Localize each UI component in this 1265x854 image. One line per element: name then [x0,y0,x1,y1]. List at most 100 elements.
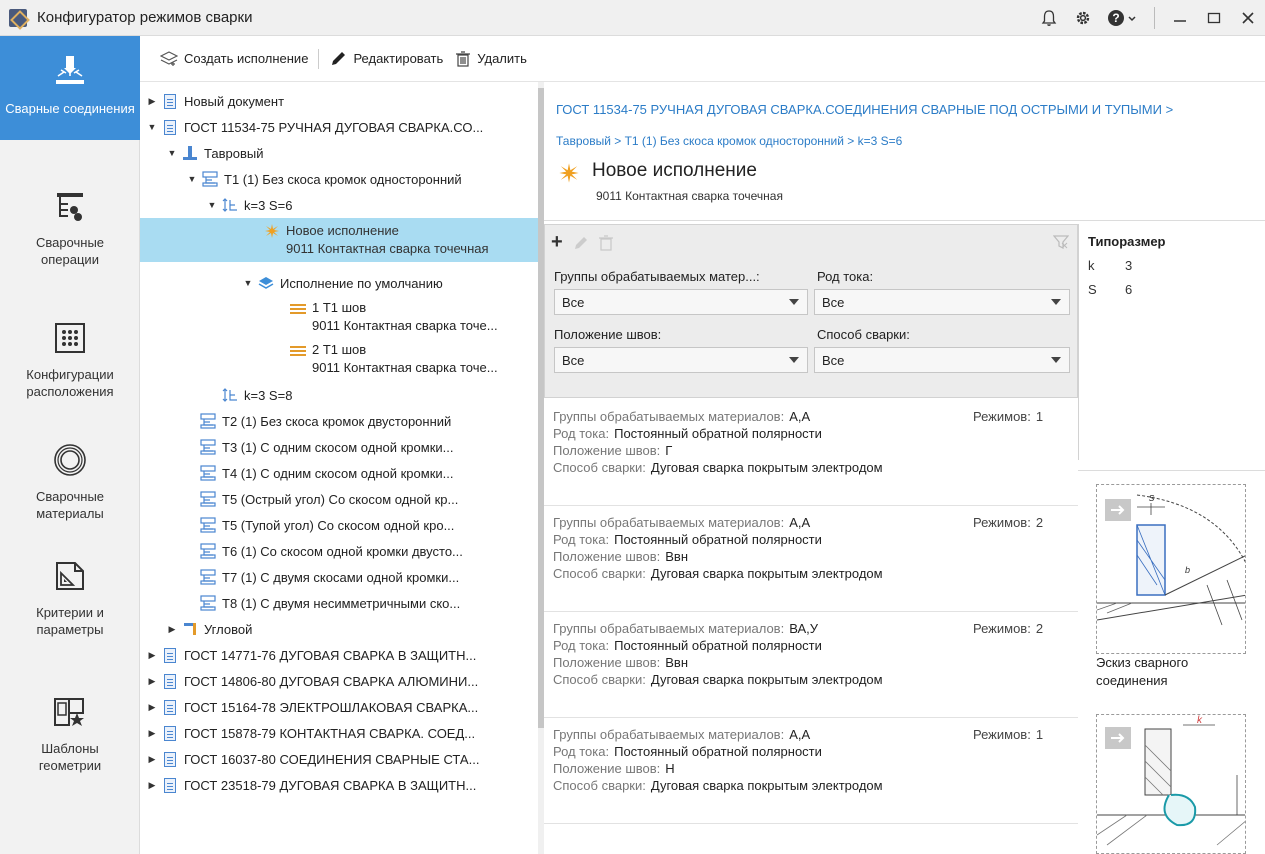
param-name: k [1088,258,1095,273]
expand-arrow-icon[interactable]: ▶ [146,780,158,791]
joint-type-icon [200,517,216,533]
filter-icon[interactable] [1053,234,1069,250]
tree-item-t7[interactable]: Т7 (1) С двумя скосами одной кромки... [140,564,538,590]
tree-item-label: ГОСТ 14806-80 ДУГОВАЯ СВАРКА АЛЮМИНИ... [184,673,479,689]
nav-welded-joints[interactable]: Сварные соединения [0,36,140,140]
expand-arrow-icon[interactable]: ▶ [146,702,158,713]
tree-item-seam-1[interactable]: 1 Т1 шов 9011 Контактная сварка точе... [140,296,538,336]
card-field-key: Группы обрабатываемых материалов: [553,409,785,424]
tree-item-default-variant[interactable]: ▼ Исполнение по умолчанию [140,270,538,296]
expand-arrow-icon[interactable]: ▶ [146,650,158,661]
seam-icon [290,301,306,317]
create-variant-icon [160,50,178,66]
trash-icon[interactable] [598,234,613,251]
nav-criteria-parameters[interactable]: Критерии и параметры [0,556,140,656]
variant-card[interactable]: Группы обрабатываемых материалов: ВА,У Род… [544,612,1078,718]
regimes-count: Режимов: 2 [973,514,1043,532]
delete-button[interactable]: Удалить [449,50,533,67]
card-field-key: Род тока: [553,532,610,547]
gear-icon[interactable] [1066,0,1100,36]
card-field-current: Род тока: Постоянный обратной полярности [553,425,822,443]
help-dropdown-icon[interactable]: ? [1100,0,1146,36]
tree-item-t1[interactable]: ▼ Т1 (1) Без скоса кромок односторонний [140,166,538,192]
joint-sketch-image[interactable]: k [1096,714,1246,854]
card-field-current: Род тока: Постоянный обратной полярности [553,531,822,549]
breadcrumb-standard[interactable]: ГОСТ 11534-75 РУЧНАЯ ДУГОВАЯ СВАРКА.СОЕД… [556,102,1173,117]
tree-item-tee-joint[interactable]: ▼ Тавровый [140,140,538,166]
tree-item-t2[interactable]: Т2 (1) Без скоса кромок двусторонний [140,408,538,434]
tree-item-label: ГОСТ 15164-78 ЭЛЕКТРОШЛАКОВАЯ СВАРКА... [184,699,479,715]
tree-item-size-k3-s8[interactable]: k=3 S=8 [140,382,538,408]
variant-card[interactable]: Группы обрабатываемых материалов: А,А Род … [544,718,1078,824]
close-button[interactable] [1231,0,1265,36]
tree-item-t5-acute[interactable]: Т5 (Острый угол) Со скосом одной кр... [140,486,538,512]
tree-item-new-document[interactable]: ▶ Новый документ [140,88,538,114]
tree-item-size-k3-s6[interactable]: ▼ k=3 S=6 [140,192,538,218]
bell-icon[interactable] [1032,0,1066,36]
collapse-arrow-icon[interactable]: ▼ [166,148,178,158]
tree-item-gost-16037[interactable]: ▶ ГОСТ 16037-80 СОЕДИНЕНИЯ СВАРНЫЕ СТА..… [140,746,538,772]
materials-filter-select[interactable]: Все [554,289,808,315]
card-field-value: Г [665,443,673,458]
tree-item-gost-15164[interactable]: ▶ ГОСТ 15164-78 ЭЛЕКТРОШЛАКОВАЯ СВАРКА..… [140,694,538,720]
window-title: Конфигуратор режимов сварки [37,9,253,26]
tree-item-label: 1 Т1 шов [312,300,367,315]
tree-item-gost-15878[interactable]: ▶ ГОСТ 15878-79 КОНТАКТНАЯ СВАРКА. СОЕД.… [140,720,538,746]
card-field-key: Род тока: [553,744,610,759]
collapse-arrow-icon[interactable]: ▼ [186,174,198,184]
tree-item-gost-14771[interactable]: ▶ ГОСТ 14771-76 ДУГОВАЯ СВАРКА В ЗАЩИТН.… [140,642,538,668]
expand-arrow-icon[interactable]: ▶ [146,728,158,739]
collapse-arrow-icon[interactable]: ▼ [242,278,254,288]
expand-arrow-icon[interactable]: ▶ [146,676,158,687]
variant-card[interactable]: Группы обрабатываемых материалов: А,А Род … [544,400,1078,506]
pencil-icon[interactable] [573,235,589,251]
tree-item-new-variant[interactable]: Новое исполнение 9011 Контактная сварка … [140,218,538,262]
create-variant-button[interactable]: Создать исполнение [154,50,314,67]
tree-item-label: Т5 (Острый угол) Со скосом одной кр... [222,491,459,507]
card-field-key: Группы обрабатываемых материалов: [553,515,785,530]
nav-welding-materials[interactable]: Сварочные материалы [0,440,140,540]
breadcrumb-path[interactable]: Тавровый > Т1 (1) Без скоса кромок однос… [556,134,902,148]
position-filter-select[interactable]: Все [554,347,808,373]
sketch-divider [1078,470,1265,471]
current-filter-select[interactable]: Все [814,289,1070,315]
tree-item-t3[interactable]: Т3 (1) С одним скосом одной кромки... [140,434,538,460]
regimes-count: Режимов: 1 [973,408,1043,426]
method-filter-select[interactable]: Все [814,347,1070,373]
page-title: Новое исполнение [592,160,757,181]
chevron-down-icon [1051,299,1061,305]
card-field-materials: Группы обрабатываемых материалов: А,А [553,514,810,532]
tree-item-gost-11534[interactable]: ▼ ГОСТ 11534-75 РУЧНАЯ ДУГОВАЯ СВАРКА.СО… [140,114,538,140]
tree-item-gost-14806[interactable]: ▶ ГОСТ 14806-80 ДУГОВАЯ СВАРКА АЛЮМИНИ..… [140,668,538,694]
tree-item-gost-23518[interactable]: ▶ ГОСТ 23518-79 ДУГОВАЯ СВАРКА В ЗАЩИТН.… [140,772,538,798]
nav-layout-configurations[interactable]: Конфигурации расположения [0,318,140,418]
collapse-arrow-icon[interactable]: ▼ [206,200,218,210]
maximize-button[interactable] [1197,0,1231,36]
tree-item-t8[interactable]: Т8 (1) С двумя несимметричными ско... [140,590,538,616]
tree-item-seam-2[interactable]: 2 Т1 шов 9011 Контактная сварка точе... [140,338,538,378]
expand-arrow-icon[interactable]: ▶ [146,754,158,765]
card-field-current: Род тока: Постоянный обратной полярности [553,743,822,761]
joint-sketch-image[interactable]: s b [1096,484,1246,654]
tree-item-t6[interactable]: Т6 (1) Со скосом одной кромки двусто... [140,538,538,564]
tree-item-corner-joint[interactable]: ▶ Угловой [140,616,538,642]
tree-item-t4[interactable]: Т4 (1) С одним скосом одной кромки... [140,460,538,486]
card-field-value: Ввн [665,549,689,564]
nav-welding-operations[interactable]: Сварочные операции [0,186,140,286]
tree-item-label: ГОСТ 11534-75 РУЧНАЯ ДУГОВАЯ СВАРКА.СО..… [184,119,484,135]
expand-arrow-icon[interactable]: ▶ [146,96,158,107]
add-icon[interactable]: + [551,231,563,254]
card-field-value: А,А [789,409,811,424]
nav-geometry-templates[interactable]: Шаблоны геометрии [0,692,140,802]
window-controls: ? [1032,0,1265,36]
expand-arrow-icon[interactable]: ▶ [166,624,178,635]
tree-item-t5-obtuse[interactable]: Т5 (Тупой угол) Со скосом одной кро... [140,512,538,538]
minimize-button[interactable] [1163,0,1197,36]
variant-card[interactable]: Группы обрабатываемых материалов: А,А Род … [544,506,1078,612]
collapse-arrow-icon[interactable]: ▼ [146,122,158,132]
edit-button[interactable]: Редактировать [323,51,449,67]
regimes-label: Режимов: [973,409,1031,424]
svg-text:?: ? [1112,11,1119,25]
document-icon [162,725,178,741]
regimes-count: Режимов: 1 [973,726,1043,744]
